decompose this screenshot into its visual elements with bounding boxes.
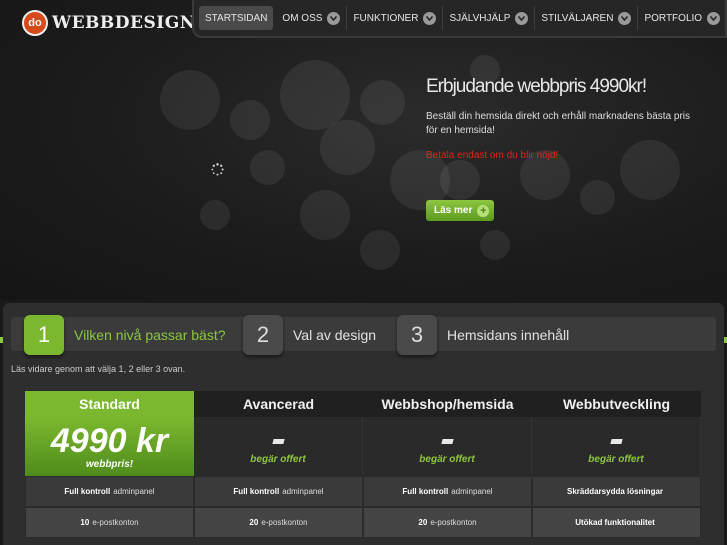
plan-price-standard: 4990 kr webbpris! [25, 417, 194, 476]
plus-icon: + [477, 204, 490, 217]
step-number: 1 [24, 315, 64, 355]
feature-cell: 20 e-postkonton [194, 507, 363, 538]
nav-item-startsidan[interactable]: STARTSIDAN [199, 6, 274, 30]
feature-cell: Utökad funktionalitet [532, 507, 701, 538]
nav-item-label: FUNKTIONER [353, 12, 419, 24]
price-dash [609, 438, 623, 444]
step-1[interactable]: 1 Vilken nivå passar bäst? [24, 315, 226, 355]
feature-cell: 10 e-postkonton [25, 507, 194, 538]
chevron-down-icon [327, 11, 341, 25]
price-dash [271, 438, 285, 444]
feature-bold: 20 [418, 518, 428, 527]
step-label: Hemsidans innehåll [447, 327, 570, 343]
main-navigation: STARTSIDAN OM OSS FUNKTIONER SJÄLVHJÄLP … [192, 0, 727, 38]
step-number: 3 [397, 315, 437, 355]
nav-item-label: PORTFOLIO [644, 12, 703, 24]
steps-hint: Läs vidare genom att välja 1, 2 eller 3 … [11, 364, 186, 374]
plan-name[interactable]: Standard [25, 391, 194, 417]
feature-cell: Full kontroll adminpanel [25, 476, 194, 507]
read-more-button[interactable]: Läs mer + [426, 200, 495, 221]
pricing-table: Standard Avancerad Webbshop/hemsida Webb… [25, 391, 701, 538]
nav-item-portfolio[interactable]: PORTFOLIO [638, 6, 726, 30]
feature-cell: Full kontroll adminpanel [363, 476, 532, 507]
logo-text: WEBBDESIGN [52, 13, 196, 33]
nav-item-stilvaljaren[interactable]: STILVÄLJAREN [535, 6, 639, 30]
nav-item-om-oss[interactable]: OM OSS [276, 6, 348, 30]
nav-item-sjalvhjalp[interactable]: SJÄLVHJÄLP [443, 6, 536, 30]
feature-text: e-postkonton [430, 518, 477, 527]
feature-bold: Full kontroll [402, 487, 449, 496]
plan-header-row: Standard Avancerad Webbshop/hemsida Webb… [25, 391, 701, 417]
feature-row: 10 e-postkonton 20 e-postkonton 20 e-postko… [25, 507, 701, 538]
price-subtext: webbpris! [85, 459, 134, 470]
plan-price-webbshop: begär offert [363, 417, 532, 476]
hero-highlight: Betala endast om du blir nöjd! [426, 150, 559, 161]
step-3[interactable]: 3 Hemsidans innehåll [397, 315, 569, 355]
plan-price-row: 4990 kr webbpris! begär offert begär off… [25, 417, 701, 476]
feature-text: e-postkonton [261, 518, 308, 527]
feature-bold: Utökad funktionalitet [575, 518, 655, 527]
hero-title: Erbjudande webbpris 4990kr! [426, 76, 647, 97]
chevron-down-icon [707, 11, 721, 25]
feature-text: e-postkonton [92, 518, 139, 527]
loading-spinner-icon [211, 163, 224, 176]
nav-item-label: SJÄLVHJÄLP [449, 12, 511, 24]
feature-text: adminpanel [282, 487, 324, 496]
hero-banner [0, 0, 727, 300]
offer-link[interactable]: begär offert [588, 454, 643, 465]
plan-name[interactable]: Avancerad [194, 391, 363, 417]
feature-bold: 10 [80, 518, 90, 527]
feature-cell: Full kontroll adminpanel [194, 476, 363, 507]
step-label: Val av design [293, 327, 377, 343]
step-number: 2 [243, 315, 283, 355]
nav-item-label: STILVÄLJAREN [541, 12, 614, 24]
nav-item-label: STARTSIDAN [205, 12, 268, 24]
price-dash [440, 438, 454, 444]
chevron-down-icon [618, 11, 632, 25]
plan-name[interactable]: Webbutveckling [532, 391, 701, 417]
plan-price-avancerad: begär offert [194, 417, 363, 476]
feature-row: Full kontroll adminpanel Full kontroll adm… [25, 476, 701, 507]
step-2[interactable]: 2 Val av design [243, 315, 376, 355]
plan-name[interactable]: Webbshop/hemsida [363, 391, 532, 417]
feature-bold: Full kontroll [64, 487, 111, 496]
feature-text: adminpanel [113, 487, 155, 496]
chevron-down-icon [423, 11, 437, 25]
offer-link[interactable]: begär offert [419, 454, 474, 465]
price-value: 4990 kr [50, 422, 169, 460]
logo-badge: do [22, 10, 48, 36]
feature-bold: Full kontroll [233, 487, 280, 496]
read-more-label: Läs mer [434, 205, 473, 216]
feature-text: adminpanel [451, 487, 493, 496]
site-logo[interactable]: do WEBBDESIGN [22, 8, 196, 38]
feature-cell: 20 e-postkonton [363, 507, 532, 538]
step-label: Vilken nivå passar bäst? [74, 327, 226, 343]
hero-description: Beställ din hemsida direkt och erhåll ma… [426, 111, 691, 136]
chevron-down-icon [515, 11, 529, 25]
feature-bold: 20 [249, 518, 259, 527]
feature-cell: Skräddarsydda lösningar [532, 476, 701, 507]
offer-link[interactable]: begär offert [250, 454, 305, 465]
nav-item-funktioner[interactable]: FUNKTIONER [347, 6, 444, 30]
feature-bold: Skräddarsydda lösningar [566, 487, 664, 496]
plan-price-webbutveckling: begär offert [532, 417, 701, 476]
nav-item-label: OM OSS [282, 12, 323, 24]
